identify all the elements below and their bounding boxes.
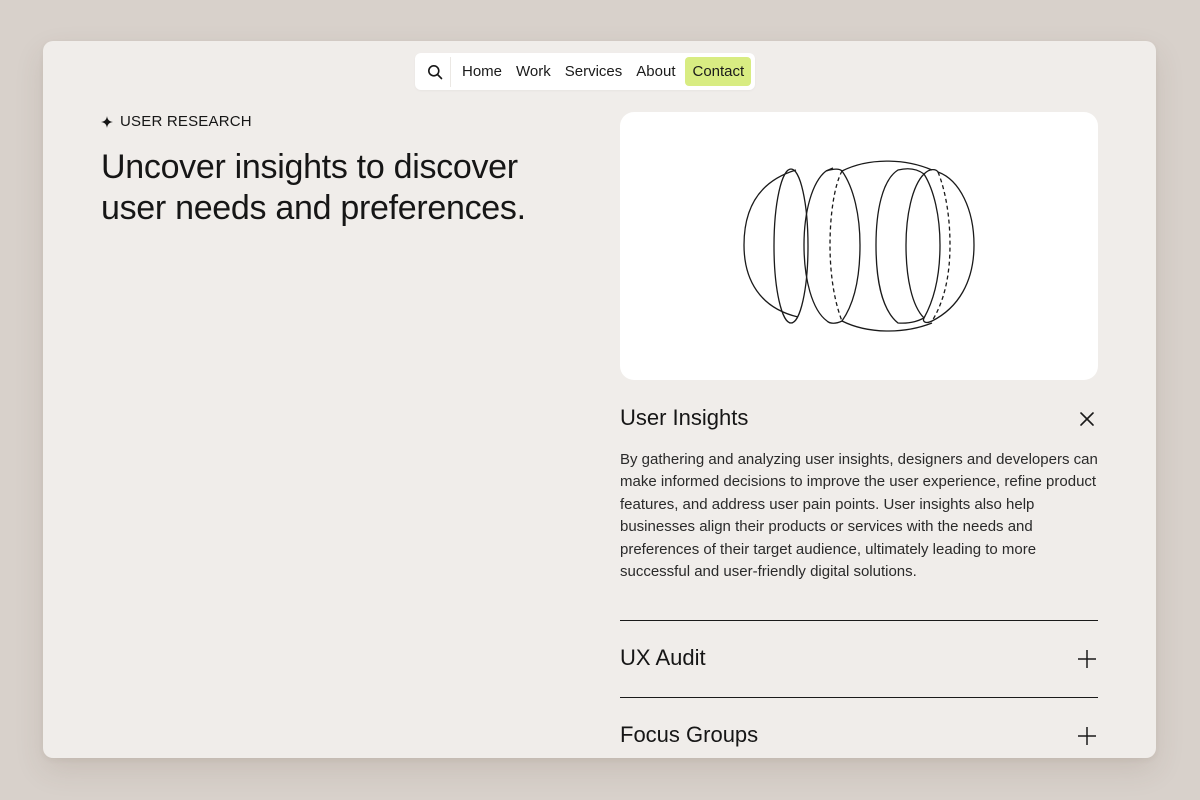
sparkle-icon: [101, 115, 113, 128]
app-window: Home Work Services About Contact USER RE…: [43, 41, 1156, 758]
page-headline: Uncover insights to discover user needs …: [101, 148, 526, 227]
close-icon: [1080, 412, 1094, 426]
plus-icon: [1078, 727, 1096, 745]
accordion-close-button[interactable]: [1076, 408, 1098, 430]
nav-home[interactable]: Home: [455, 57, 509, 86]
illustration-card: [620, 112, 1098, 380]
accordion-title-ux-audit[interactable]: UX Audit: [620, 645, 706, 671]
accordion-title-focus-groups[interactable]: Focus Groups: [620, 722, 758, 748]
top-nav: Home Work Services About Contact: [415, 53, 756, 90]
plus-icon: [1078, 650, 1096, 668]
accordion-body-text: By gathering and analyzing user insights…: [620, 451, 1098, 581]
divider: [620, 620, 1098, 621]
accordion-title-user-insights[interactable]: User Insights: [620, 405, 748, 431]
accordion-expand-focus-groups[interactable]: [1076, 725, 1098, 747]
nav-about[interactable]: About: [629, 57, 682, 86]
nav-services[interactable]: Services: [558, 57, 630, 86]
divider: [620, 697, 1098, 698]
nav-contact[interactable]: Contact: [685, 57, 752, 86]
sliced-sphere-illustration: [743, 160, 975, 332]
section-eyebrow: USER RESEARCH: [101, 113, 252, 130]
accordion-expand-ux-audit[interactable]: [1076, 648, 1098, 670]
search-button[interactable]: [419, 56, 451, 87]
eyebrow-label: USER RESEARCH: [120, 113, 252, 130]
search-icon: [427, 64, 442, 79]
nav-work[interactable]: Work: [509, 57, 558, 86]
